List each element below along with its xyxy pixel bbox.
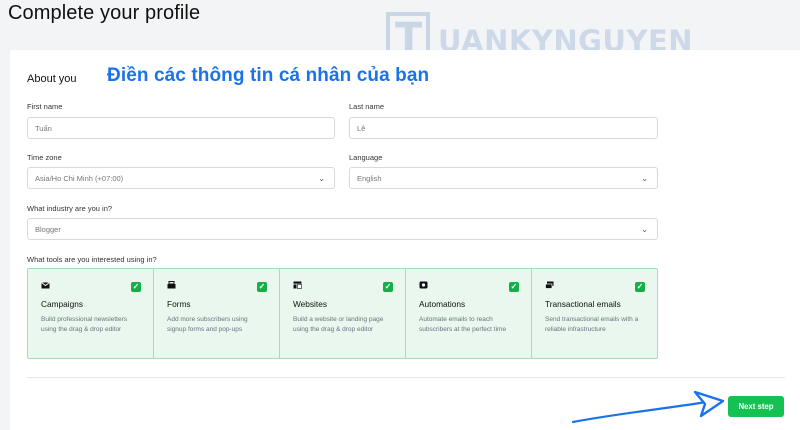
- time-zone-label: Time zone: [27, 153, 62, 162]
- page-title: Complete your profile: [8, 2, 201, 24]
- industry-select[interactable]: Blogger ⌄: [27, 218, 658, 240]
- checkbox-checked-icon[interactable]: ✓: [257, 282, 267, 292]
- first-name-field[interactable]: Tuấn: [27, 117, 335, 139]
- checkbox-checked-icon[interactable]: ✓: [635, 282, 645, 292]
- tool-name: Transactional emails: [545, 299, 621, 309]
- divider: [27, 377, 785, 378]
- language-select[interactable]: English ⌄: [349, 167, 658, 189]
- tool-description: Build professional newsletters using the…: [41, 316, 127, 333]
- checkbox-checked-icon[interactable]: ✓: [131, 282, 141, 292]
- tool-name: Websites: [293, 299, 327, 309]
- tool-description: Automate emails to reach subscribers at …: [419, 316, 507, 333]
- tool-name: Automations: [419, 299, 466, 309]
- tool-forms[interactable]: ✓ Forms Add more subscribers using signu…: [154, 269, 280, 358]
- annotation-caption: Điền các thông tin cá nhân của bạn: [107, 65, 430, 86]
- chevron-down-icon: ⌄: [641, 174, 648, 183]
- last-name-field[interactable]: Lê: [349, 117, 658, 139]
- tool-websites[interactable]: ✓ Websites Build a website or landing pa…: [280, 269, 406, 358]
- industry-value: Blogger: [35, 224, 61, 234]
- tool-campaigns[interactable]: ✓ Campaigns Build professional newslette…: [28, 269, 154, 358]
- envelope-icon: [41, 281, 141, 293]
- language-value: English: [357, 173, 382, 183]
- tool-automations[interactable]: ✓ Automations Automate emails to reach s…: [406, 269, 532, 358]
- form-icon: [167, 281, 267, 293]
- tool-description: Build a website or landing page using th…: [293, 316, 384, 333]
- chevron-down-icon: ⌄: [318, 174, 325, 183]
- industry-label: What industry are you in?: [27, 204, 113, 213]
- chevron-down-icon: ⌄: [641, 225, 648, 234]
- language-label: Language: [349, 153, 383, 162]
- first-name-value: Tuấn: [35, 123, 52, 133]
- automation-icon: [419, 281, 519, 293]
- annotation-arrow-icon: [571, 390, 725, 424]
- layout-icon: [293, 281, 393, 293]
- tools-label: What tools are you interested using in?: [27, 255, 157, 264]
- checkbox-checked-icon[interactable]: ✓: [509, 282, 519, 292]
- last-name-label: Last name: [349, 102, 385, 111]
- time-zone-value: Asia/Ho Chi Minh (+07:00): [35, 173, 124, 183]
- tool-name: Forms: [167, 299, 191, 309]
- tool-description: Add more subscribers using signup forms …: [167, 316, 248, 333]
- profile-card: [10, 50, 800, 430]
- first-name-label: First name: [27, 102, 63, 111]
- tool-description: Send transactional emails with a reliabl…: [545, 316, 639, 333]
- next-step-button[interactable]: Next step: [728, 396, 784, 417]
- transactional-email-icon: [545, 281, 645, 293]
- last-name-value: Lê: [357, 123, 366, 133]
- checkbox-checked-icon[interactable]: ✓: [383, 282, 393, 292]
- tool-transactional-emails[interactable]: ✓ Transactional emails Send transactiona…: [532, 269, 657, 358]
- time-zone-select[interactable]: Asia/Ho Chi Minh (+07:00) ⌄: [27, 167, 335, 189]
- section-title: About you: [27, 73, 77, 85]
- tools-group: ✓ Campaigns Build professional newslette…: [27, 268, 658, 359]
- tool-name: Campaigns: [41, 299, 83, 309]
